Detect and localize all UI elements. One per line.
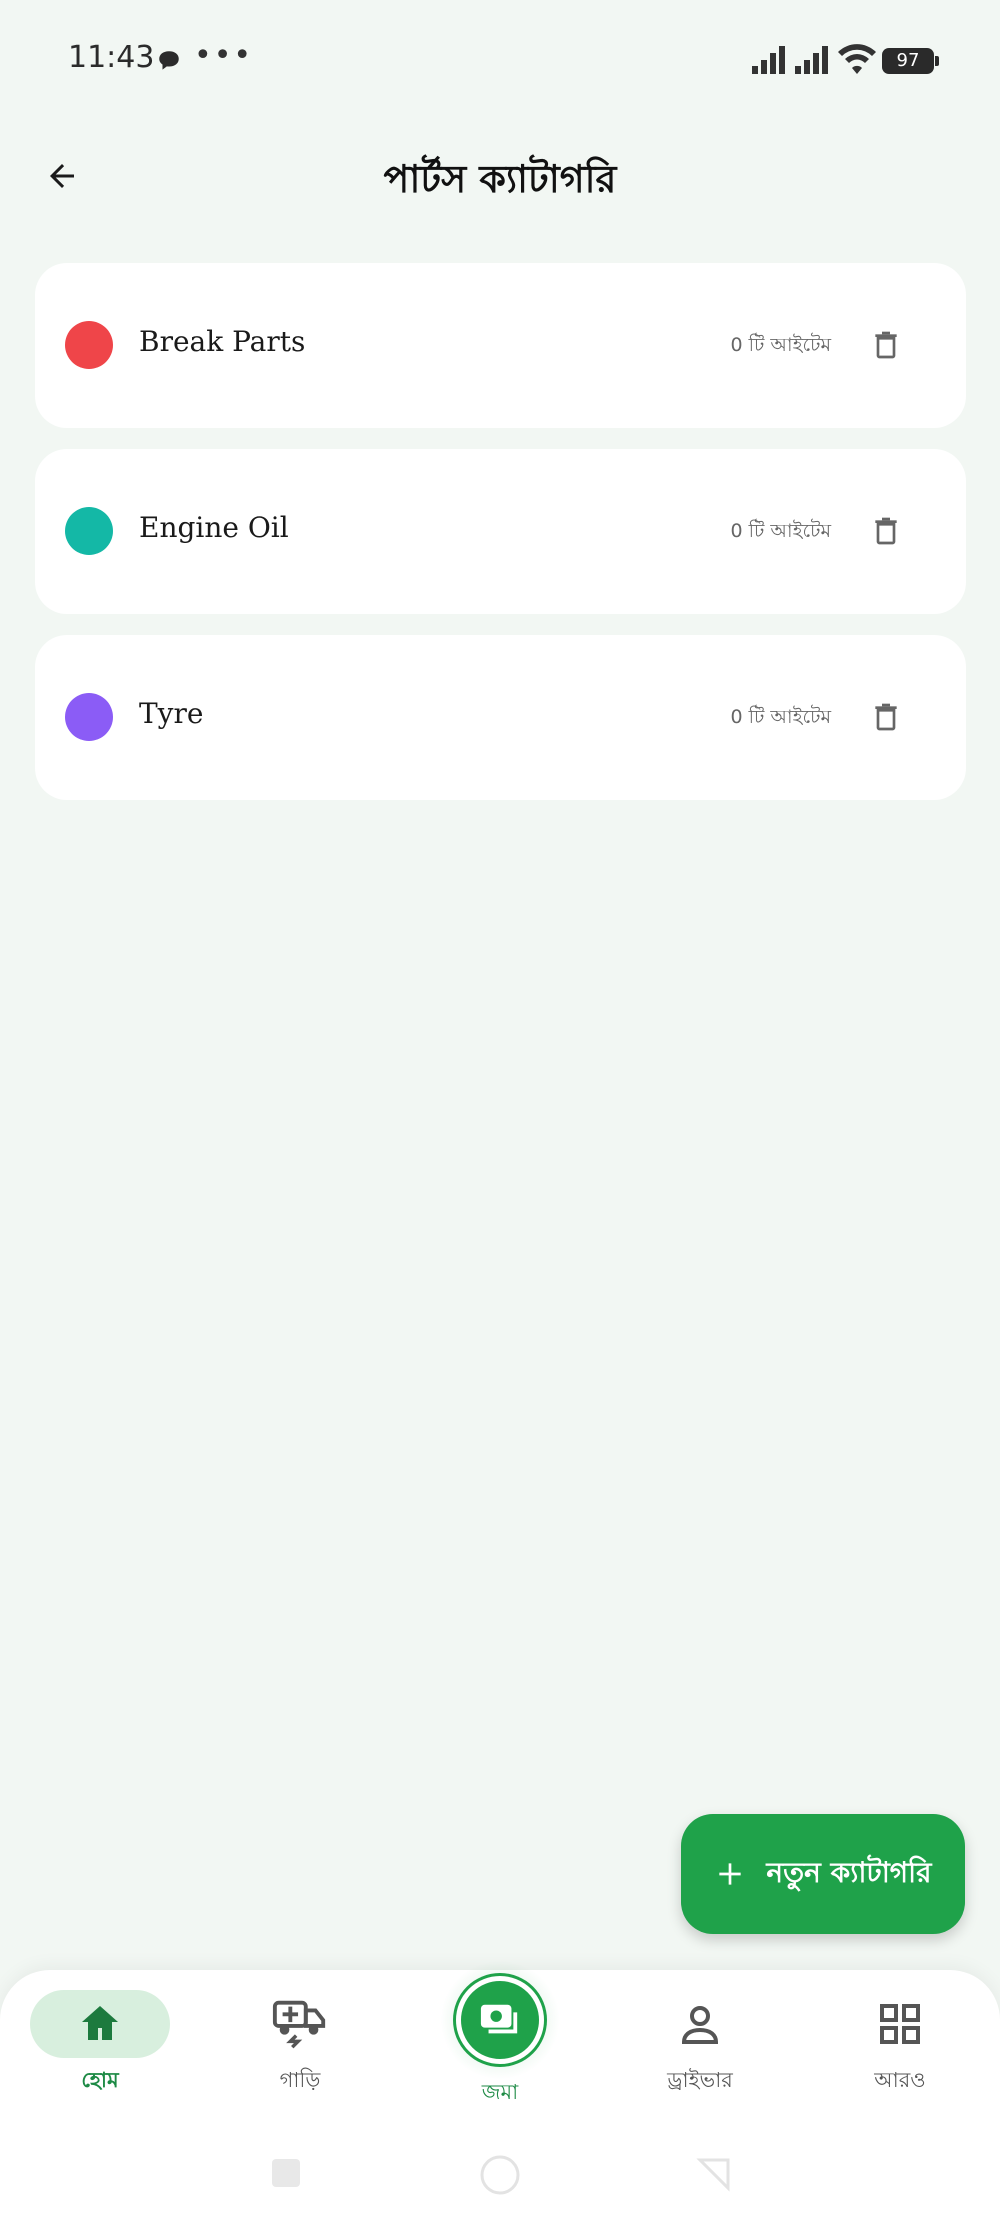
- category-item-count: 0 টি আইটেম: [730, 520, 831, 542]
- page-title: পার্টস ক্যাটাগরি: [383, 157, 617, 201]
- nav-deposit-label: জমা: [481, 2080, 519, 2104]
- home-gesture-icon[interactable]: [478, 2153, 522, 2197]
- nav-vehicles-label: গাড়ি: [279, 2068, 321, 2092]
- delete-button[interactable]: [866, 325, 906, 365]
- category-color-dot: [65, 693, 113, 741]
- plus-icon: [719, 1863, 742, 1885]
- nav-vehicles[interactable]: গাড়ি: [220, 1990, 380, 2110]
- add-category-label: নতুন ক্যাটাগরি: [766, 1855, 932, 1889]
- signal-icon: [795, 46, 831, 78]
- recent-apps-icon[interactable]: [268, 2155, 304, 2191]
- category-name: Engine Oil: [139, 511, 289, 544]
- status-time: 11:43: [68, 40, 155, 75]
- wifi-icon: [838, 44, 876, 78]
- category-card-break-parts[interactable]: Break Parts 0 টি আইটেম: [35, 263, 966, 428]
- delete-button[interactable]: [866, 511, 906, 551]
- nav-more-label: আরও: [874, 2068, 926, 2092]
- category-name: Tyre: [139, 697, 204, 730]
- signal-icon: [752, 46, 788, 78]
- category-card-engine-oil[interactable]: Engine Oil 0 টি আইটেম: [35, 449, 966, 614]
- nav-more[interactable]: আরও: [820, 1990, 980, 2110]
- nav-driver[interactable]: ড্রাইভার: [620, 1990, 780, 2110]
- nav-home-label: হোম: [81, 2068, 119, 2092]
- home-icon: [82, 2006, 118, 2040]
- nav-home[interactable]: হোম: [20, 1990, 180, 2110]
- more-notifications-icon: •••: [194, 38, 254, 73]
- category-item-count: 0 টি আইটেম: [730, 706, 831, 728]
- nav-deposit[interactable]: জমা: [420, 1960, 580, 2111]
- trash-icon: [875, 331, 897, 359]
- grid-icon: [880, 2004, 920, 2044]
- app-header: পার্টস ক্যাটাগরি: [0, 140, 1000, 210]
- nav-driver-label: ড্রাইভার: [667, 2068, 733, 2092]
- vehicle-icon: [272, 2000, 326, 2049]
- chat-bubble-icon: [156, 48, 182, 78]
- cash-icon: [480, 2004, 518, 2034]
- delete-button[interactable]: [866, 697, 906, 737]
- back-gesture-icon[interactable]: [696, 2156, 732, 2192]
- trash-icon: [875, 703, 897, 731]
- add-category-button[interactable]: নতুন ক্যাটাগরি: [681, 1814, 965, 1934]
- bottom-navigation: হোম গাড়ি জমা ড্রাইভার আরও: [0, 1960, 1000, 2225]
- trash-icon: [875, 517, 897, 545]
- category-card-tyre[interactable]: Tyre 0 টি আইটেম: [35, 635, 966, 800]
- category-color-dot: [65, 507, 113, 555]
- battery-icon: 97: [882, 48, 939, 74]
- category-item-count: 0 টি আইটেম: [730, 334, 831, 356]
- status-bar: 11:43 ••• 97: [0, 0, 1000, 120]
- person-icon: [681, 2006, 719, 2044]
- category-list: Break Parts 0 টি আইটেম Engine Oil 0 টি আ…: [35, 263, 966, 821]
- category-name: Break Parts: [139, 325, 306, 358]
- category-color-dot: [65, 321, 113, 369]
